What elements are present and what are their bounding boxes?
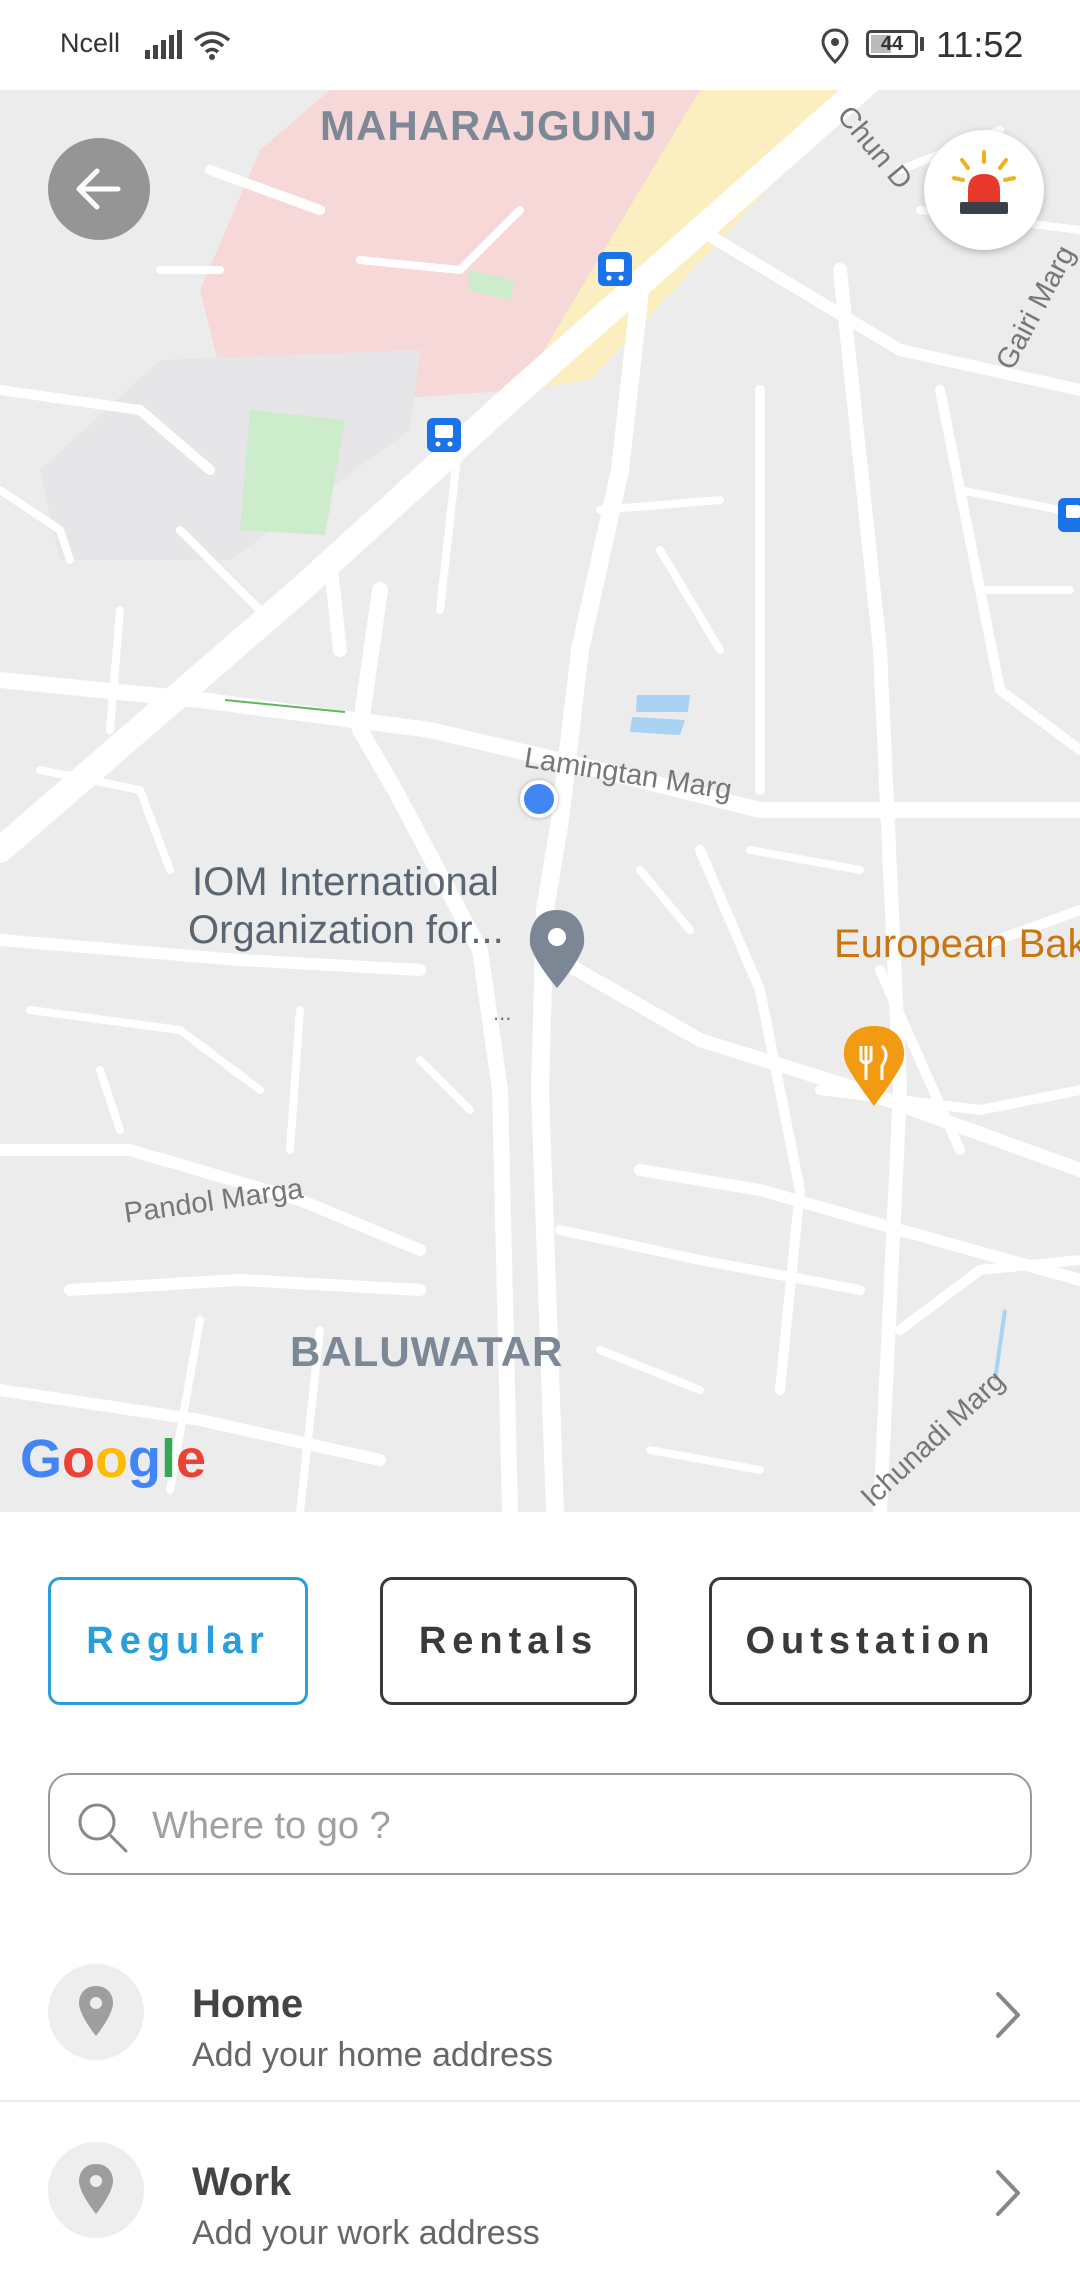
saved-place-title: Home (192, 1982, 304, 2026)
google-attribution: Google (20, 1429, 207, 1489)
ride-type-outstation-button[interactable]: Outstation (709, 1577, 1032, 1705)
park-area (240, 410, 345, 535)
search-icon (78, 1803, 128, 1853)
signal-icon (145, 30, 182, 59)
saved-place-home[interactable]: Home Add your home address (0, 1924, 1080, 2102)
location-pin-icon (48, 1964, 144, 2060)
map-view[interactable]: MAHARAJGUNJ BALUWATAR Lamingtan Marg Pan… (0, 90, 1080, 1512)
status-bar: Ncell 44 11:52 (0, 0, 1080, 90)
clock: 11:52 (936, 24, 1024, 65)
emergency-button[interactable] (924, 130, 1044, 250)
bus-stop-icon (427, 418, 461, 452)
saved-place-title: Work (192, 2160, 292, 2204)
water-body-2 (630, 717, 685, 735)
ride-type-label: Rentals (418, 1620, 599, 1662)
location-icon (821, 28, 849, 64)
bus-stop-icon (598, 252, 632, 286)
arrow-left-icon (76, 168, 121, 210)
map-label-iom-line1: IOM International (192, 860, 499, 904)
chevron-right-icon (996, 2170, 1020, 2216)
chevron-right-icon (996, 1992, 1020, 2038)
search-input[interactable] (150, 1791, 1014, 1861)
ride-type-regular-button[interactable]: Regular (48, 1577, 308, 1705)
location-pin-icon (48, 2142, 144, 2238)
battery-level: 44 (880, 33, 904, 55)
saved-place-work[interactable]: Work Add your work address (0, 2102, 1080, 2280)
user-location-dot (520, 780, 558, 818)
battery-nub (920, 37, 924, 51)
saved-place-subtitle: Add your work address (192, 2214, 540, 2252)
search-box[interactable] (48, 1773, 1032, 1875)
bus-stop-icon (1058, 498, 1080, 532)
map-label-iom-more: ... (493, 1000, 512, 1025)
stream (993, 1309, 1007, 1381)
ride-type-label: Outstation (745, 1620, 996, 1662)
siren-icon (952, 150, 1016, 214)
map-label-iom-line2: Organization for... (188, 908, 504, 952)
map-label-baluwatar: BALUWATAR (290, 1328, 564, 1375)
carrier-name: Ncell (60, 28, 121, 58)
water-body (636, 695, 690, 712)
map-label-maharajgunj: MAHARAJGUNJ (320, 102, 658, 149)
saved-place-subtitle: Add your home address (192, 2036, 553, 2074)
map-label-bakery: European Bak (834, 922, 1080, 966)
wifi-icon (193, 31, 231, 60)
back-button[interactable] (48, 138, 150, 240)
ride-type-rentals-button[interactable]: Rentals (380, 1577, 637, 1705)
ride-type-label: Regular (86, 1620, 270, 1662)
